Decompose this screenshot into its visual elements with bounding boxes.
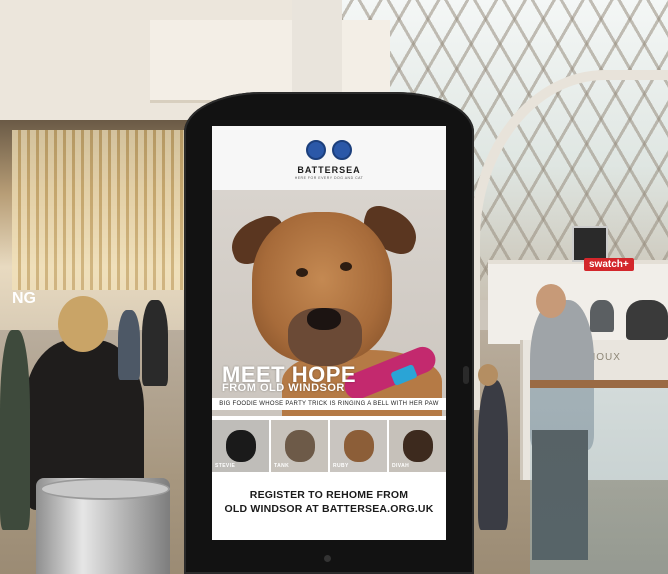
person-man-head bbox=[536, 284, 566, 318]
steel-bin-lid bbox=[40, 478, 170, 500]
pet-name: DIVAH bbox=[392, 463, 410, 469]
dog-brown-photo bbox=[344, 430, 374, 462]
person-background-1 bbox=[118, 310, 140, 380]
upper-facade-balcony bbox=[150, 20, 390, 103]
pet-thumb-4: DIVAH bbox=[389, 420, 446, 472]
shop-sign: swatch+ bbox=[584, 258, 634, 271]
cta-line-2: OLD WINDSOR AT BATTERSEA.ORG.UK bbox=[224, 503, 434, 515]
photo-scene: NG swatch+ HOUX BATTERSEA HERE FOR EVERY… bbox=[0, 0, 668, 574]
pet-thumbnails: STEVIE TANK RUBY DIVAH bbox=[212, 420, 446, 472]
person-child-head bbox=[478, 364, 498, 386]
left-store-lights bbox=[12, 130, 192, 290]
person-woman-head bbox=[58, 296, 108, 352]
pet-name: TANK bbox=[274, 463, 290, 469]
person-background-2 bbox=[142, 300, 168, 386]
cat-black-photo bbox=[226, 430, 256, 462]
logo-circle-right bbox=[332, 140, 353, 160]
person-right-edge bbox=[626, 300, 668, 340]
dog-nose bbox=[307, 308, 341, 330]
person-child bbox=[478, 380, 508, 530]
pet-thumb-2: TANK bbox=[271, 420, 328, 472]
poster-header: BATTERSEA HERE FOR EVERY DOG AND CAT bbox=[212, 126, 446, 190]
battersea-logo bbox=[212, 140, 446, 166]
brand-name: BATTERSEA bbox=[297, 165, 361, 175]
kiosk-sensor bbox=[463, 366, 469, 384]
person-background-3 bbox=[590, 300, 614, 332]
shop-display-screen bbox=[572, 226, 608, 262]
poster-call-to-action: REGISTER TO REHOME FROM OLD WINDSOR AT B… bbox=[212, 488, 446, 516]
kiosk-screen: BATTERSEA HERE FOR EVERY DOG AND CAT MEE… bbox=[212, 126, 446, 540]
pet-name: STEVIE bbox=[215, 463, 236, 469]
glass-balustrade bbox=[530, 380, 668, 574]
poster-caption: BIG FOODIE WHOSE PARTY TRICK IS RINGING … bbox=[212, 398, 446, 410]
dog-eye-left bbox=[296, 268, 308, 277]
cta-line-1: REGISTER TO REHOME FROM bbox=[249, 489, 409, 501]
pet-thumb-1: STEVIE bbox=[212, 420, 269, 472]
pet-name: RUBY bbox=[333, 463, 349, 469]
logo-circle-left bbox=[305, 140, 326, 160]
poster-subheadline: FROM OLD WINDSOR bbox=[222, 382, 345, 394]
cat-tabby-photo bbox=[285, 430, 315, 462]
person-left-edge bbox=[0, 330, 30, 530]
brand-tagline: HERE FOR EVERY DOG AND CAT bbox=[294, 176, 364, 180]
pet-thumb-3: RUBY bbox=[330, 420, 387, 472]
store-sign-left: NG bbox=[12, 290, 36, 307]
dog-eye-right bbox=[340, 262, 352, 271]
dog-dark-photo bbox=[403, 430, 433, 462]
kiosk-camera bbox=[324, 555, 331, 562]
